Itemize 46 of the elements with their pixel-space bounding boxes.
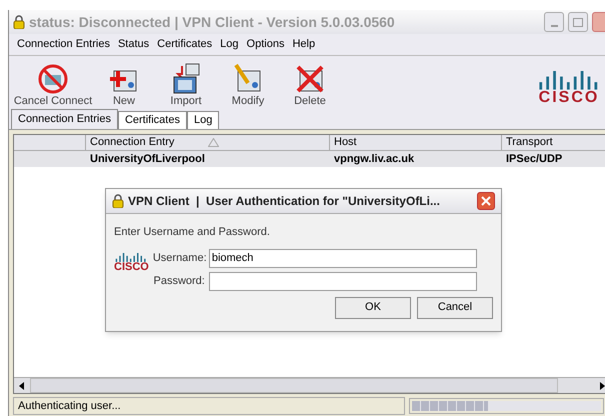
field-label: Username: xyxy=(152,250,205,266)
status-text: Authenticating user... xyxy=(13,397,405,415)
table-cell-text: vpngw.liv.ac.uk xyxy=(333,152,416,167)
cisco-logo-icon xyxy=(538,71,600,90)
logo-text: CISCO xyxy=(538,90,600,106)
prompt-text: Enter Username and Password. xyxy=(114,226,270,238)
lock-icon xyxy=(13,15,25,29)
tab[interactable]: Log xyxy=(186,111,220,129)
menu-item[interactable]: Connection Entries xyxy=(17,36,110,53)
cancel-connect-icon xyxy=(37,63,69,95)
horizontal-scrollbar[interactable] xyxy=(14,377,605,393)
column-header[interactable]: Host xyxy=(330,135,502,150)
menu-item[interactable]: Help xyxy=(292,36,316,53)
menu-item[interactable]: Status xyxy=(118,36,150,53)
column-header[interactable]: Connection Entry xyxy=(86,135,330,150)
table-cell-text: UniversityOfLiverpool xyxy=(89,152,206,167)
maximize-button[interactable] xyxy=(568,12,588,32)
lock-icon xyxy=(112,194,124,208)
toolbar-button[interactable]: Modify xyxy=(217,63,279,108)
dialog-title: VPN Client | User Authentication for "UniversityOfLi... xyxy=(128,193,440,210)
menu-item[interactable]: Log xyxy=(220,36,239,53)
toolbar-button[interactable]: New xyxy=(93,63,155,108)
menu-item[interactable]: Options xyxy=(246,36,284,53)
sort-icon xyxy=(208,138,220,147)
table-cell-text: IPSec/UDP xyxy=(505,152,564,167)
minimize-button[interactable] xyxy=(544,12,564,32)
toolbar-button[interactable]: Import xyxy=(155,63,217,108)
input-field[interactable]: biomech xyxy=(208,248,477,268)
close-icon xyxy=(481,196,491,206)
delete-icon xyxy=(294,63,326,95)
toolbar-button[interactable]: Cancel Connect xyxy=(13,63,93,108)
tab[interactable]: Certificates xyxy=(118,111,187,129)
cisco-logo-icon xyxy=(115,252,148,262)
field-label: Password: xyxy=(152,274,205,289)
input-field[interactable] xyxy=(208,272,477,290)
minimize-icon xyxy=(550,25,558,27)
menu-item[interactable]: Certificates xyxy=(157,36,212,53)
dialog-button[interactable]: OK xyxy=(335,296,411,318)
close-button[interactable] xyxy=(477,192,495,210)
column-header[interactable]: Transport xyxy=(502,135,605,150)
maximize-icon xyxy=(573,18,583,26)
window-title: status: Disconnected | VPN Client - Version 5.0.03.0560 xyxy=(29,12,395,32)
tab[interactable]: Connection Entries xyxy=(11,109,118,129)
dialog-button[interactable]: Cancel xyxy=(417,296,493,318)
logo-text: CISCO xyxy=(114,262,149,274)
toolbar-button[interactable]: Delete xyxy=(279,63,341,108)
